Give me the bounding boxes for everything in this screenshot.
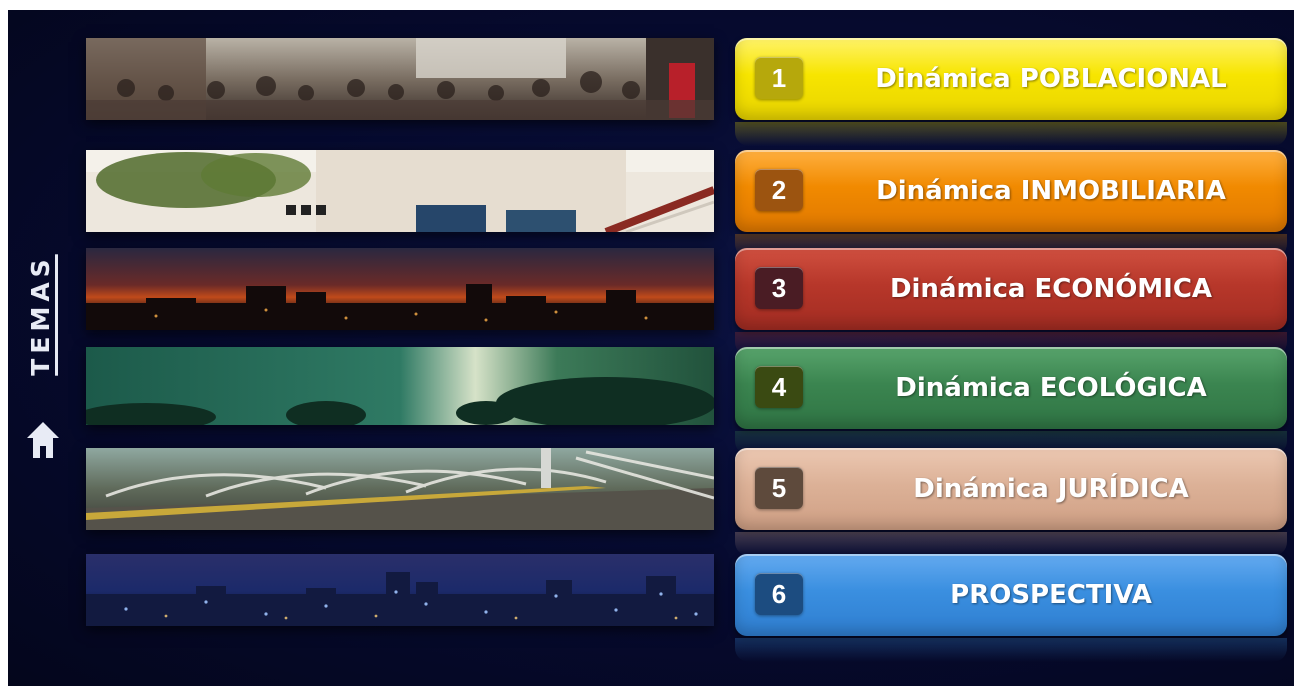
topic-label: Dinámica ECONÓMICA [889, 274, 1213, 304]
topic-button-4[interactable]: 4 Dinámica ECOLÓGICA [735, 347, 1287, 429]
topic-button-2[interactable]: 2 Dinámica INMOBILIARIA [735, 150, 1287, 232]
topic-label: Dinámica INMOBILIARIA [876, 176, 1226, 206]
topic-label: PROSPECTIVA [950, 580, 1152, 610]
topic-button-1[interactable]: 1 Dinámica POBLACIONAL [735, 38, 1287, 120]
temas-label: TEMAS [26, 254, 55, 376]
topic-reflection [735, 122, 1287, 146]
topic-label: Dinámica JURÍDICA [913, 474, 1189, 504]
forest-mist-photo[interactable] [86, 347, 714, 425]
topic-button-5[interactable]: 5 Dinámica JURÍDICA [735, 448, 1287, 530]
topic-number: 3 [755, 267, 803, 309]
topic-button-3[interactable]: 3 Dinámica ECONÓMICA [735, 248, 1287, 330]
building-photo[interactable] [86, 150, 714, 232]
topic-number: 4 [755, 366, 803, 408]
topic-number: 6 [755, 573, 803, 615]
side-panel: TEMAS [16, 235, 66, 475]
topic-reflection [735, 532, 1287, 556]
topic-number: 5 [755, 467, 803, 509]
topic-button-6[interactable]: 6 PROSPECTIVA [735, 554, 1287, 636]
topic-label: Dinámica ECOLÓGICA [895, 373, 1207, 403]
bridge-photo[interactable] [86, 448, 714, 530]
crowd-street-photo[interactable] [86, 38, 714, 120]
slide-canvas: TEMAS 1 Dinámica POBLACIONAL 2 Dinámica … [8, 10, 1294, 686]
home-icon[interactable] [26, 420, 60, 460]
city-sunset-photo[interactable] [86, 248, 714, 330]
night-skyline-photo[interactable] [86, 554, 714, 626]
topic-number: 2 [755, 169, 803, 211]
topic-label: Dinámica POBLACIONAL [875, 64, 1227, 94]
topic-reflection [735, 638, 1287, 662]
topic-number: 1 [755, 57, 803, 99]
